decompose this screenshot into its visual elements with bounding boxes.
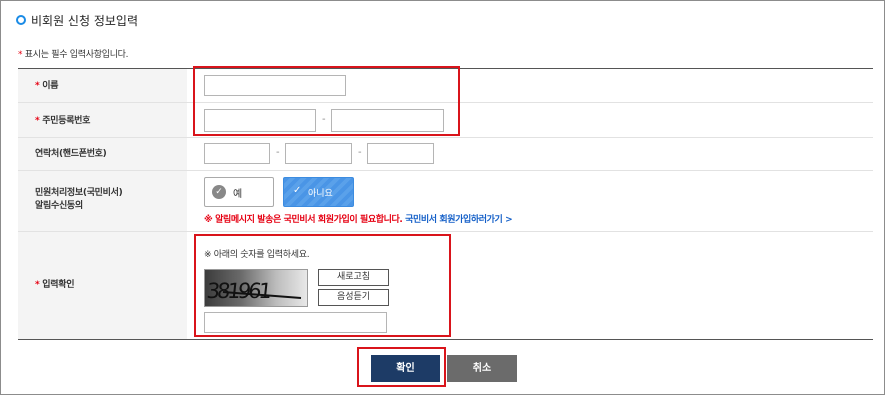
- confirm-button[interactable]: 확인: [371, 355, 440, 382]
- captcha-refresh-button[interactable]: 새로고침: [318, 269, 389, 286]
- alarm-label: 민원처리정보(국민비서) 알림수신동의: [35, 187, 123, 213]
- signup-link[interactable]: 국민비서 회원가입하러가기 >: [405, 215, 513, 225]
- alarm-notice: ※ 알림메시지 발송은 국민비서 회원가입이 필요합니다. 국민비서 회원가입하…: [204, 212, 513, 225]
- rrn-label-text: 주민등록번호: [42, 116, 91, 126]
- phone-second-input[interactable]: [285, 143, 352, 164]
- section-title-text: 비회원 신청 정보입력: [31, 14, 138, 28]
- required-note-text: 표시는 필수 입력사항입니다.: [24, 50, 129, 60]
- captcha-image: 381961: [204, 269, 308, 307]
- section-title: 비회원 신청 정보입력: [16, 12, 138, 29]
- form-table: * 이름 * 주민등록번호 - 연락처(핸드폰번호) - - 민원처리정보(국민…: [18, 68, 873, 340]
- form-window: 비회원 신청 정보입력 * 표시는 필수 입력사항입니다. * 이름 * 주민등…: [0, 0, 885, 395]
- rrn-separator: -: [322, 114, 326, 125]
- row-name-header: * 이름: [18, 69, 187, 102]
- row-name: * 이름: [18, 69, 873, 103]
- row-phone-header: 연락처(핸드폰번호): [18, 138, 187, 170]
- required-note: * 표시는 필수 입력사항입니다.: [18, 47, 129, 60]
- row-captcha: * 입력확인: [18, 232, 873, 339]
- phone-separator-2: -: [358, 147, 362, 158]
- alarm-yes-option[interactable]: ✓ 예: [204, 177, 274, 207]
- name-label-text: 이름: [42, 81, 59, 91]
- captcha-instruction: ※ 아래의 숫자를 입력하세요.: [204, 250, 310, 260]
- row-alarm-header: 민원처리정보(국민비서) 알림수신동의: [18, 171, 187, 231]
- cancel-button[interactable]: 취소: [447, 355, 517, 382]
- check-circle-icon: ✓: [212, 185, 226, 199]
- circle-bullet-icon: [16, 15, 26, 25]
- phone-third-input[interactable]: [367, 143, 434, 164]
- row-rrn-header: * 주민등록번호: [18, 103, 187, 137]
- row-phone: 연락처(핸드폰번호) - -: [18, 138, 873, 171]
- phone-label: 연락처(핸드폰번호): [35, 149, 107, 159]
- checkmark-icon: ✓: [293, 185, 302, 196]
- captcha-image-text: 381961: [206, 278, 272, 303]
- required-star: *: [18, 50, 23, 60]
- phone-separator-1: -: [276, 147, 280, 158]
- row-captcha-header: * 입력확인: [18, 232, 187, 339]
- alarm-yes-label: 예: [233, 189, 243, 200]
- captcha-label-text: 입력확인: [42, 280, 75, 290]
- alarm-no-option[interactable]: ✓ 아니요: [283, 177, 354, 207]
- alarm-notice-text: ※ 알림메시지 발송은 국민비서 회원가입이 필요합니다.: [204, 215, 403, 225]
- required-star: *: [35, 116, 40, 126]
- alarm-no-label: 아니요: [308, 189, 333, 199]
- alarm-label-line1: 민원처리정보(국민비서): [35, 188, 123, 198]
- rrn-second-input[interactable]: [331, 109, 444, 132]
- rrn-label: * 주민등록번호: [35, 115, 90, 128]
- rrn-first-input[interactable]: [204, 109, 316, 132]
- required-star: *: [35, 81, 40, 91]
- name-label: * 이름: [35, 80, 59, 93]
- phone-first-input[interactable]: [204, 143, 270, 164]
- row-rrn: * 주민등록번호 -: [18, 103, 873, 138]
- required-star: *: [35, 280, 40, 290]
- captcha-audio-button[interactable]: 음성듣기: [318, 289, 389, 306]
- captcha-label: * 입력확인: [35, 279, 74, 292]
- captcha-input[interactable]: [204, 312, 387, 333]
- name-input[interactable]: [204, 75, 346, 96]
- alarm-label-line2: 알림수신동의: [35, 201, 83, 211]
